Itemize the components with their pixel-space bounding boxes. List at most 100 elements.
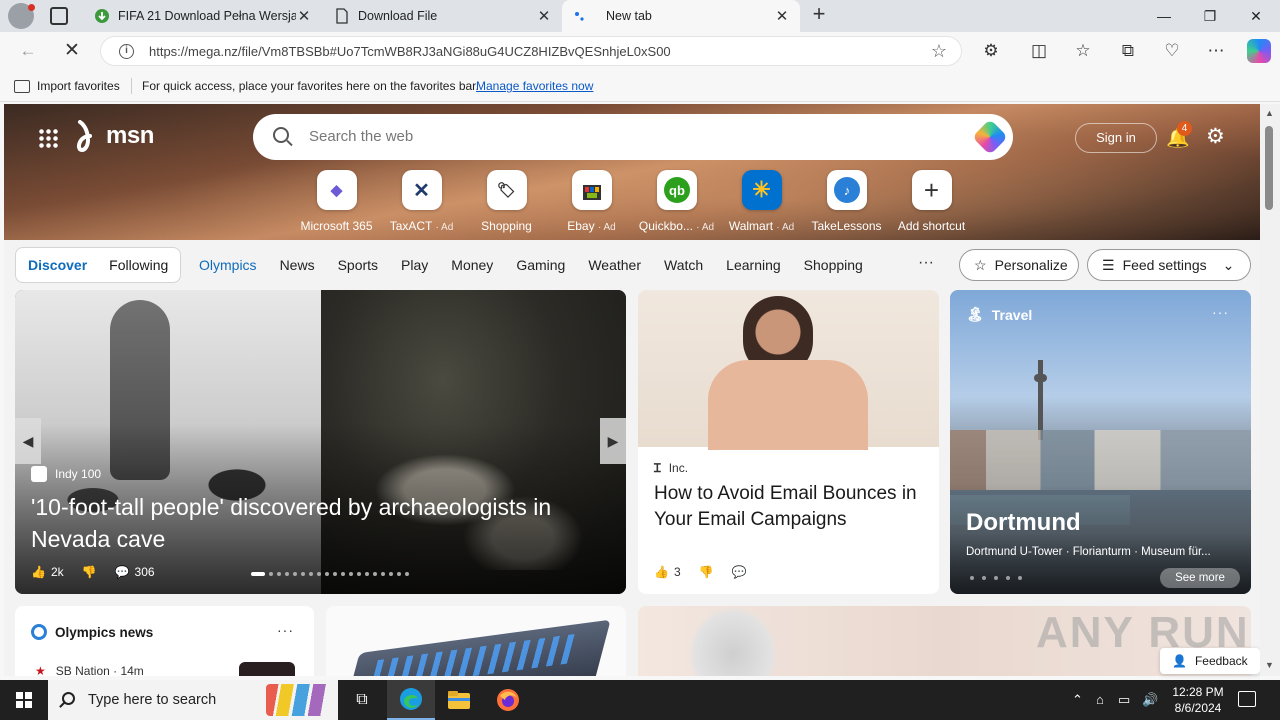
close-tab-icon[interactable]: ✕ (774, 7, 790, 25)
tab-following[interactable]: Following (109, 257, 168, 273)
category-olympics[interactable]: Olympics (199, 257, 257, 273)
address-bar[interactable]: i https://mega.nz/file/Vm8TBSBb#Uo7TcmWB… (100, 36, 962, 66)
tab-new-tab[interactable]: New tab ✕ (562, 0, 800, 32)
taskbar-file-explorer[interactable] (435, 680, 483, 720)
shortcut-takelessons[interactable]: ♪ TakeLessons (804, 170, 889, 233)
start-button[interactable] (0, 680, 48, 720)
carousel-prev-arrow-icon[interactable]: ◀ (15, 418, 41, 464)
see-more-button[interactable]: See more (1160, 568, 1240, 588)
carousel-dot[interactable] (277, 572, 281, 576)
sign-in-button[interactable]: Sign in (1075, 123, 1157, 153)
category-news[interactable]: News (280, 257, 315, 273)
shortcut-taxact[interactable]: ✕ TaxACT · Ad (379, 170, 464, 233)
settings-more-icon[interactable]: ⋯ (1206, 41, 1226, 61)
close-tab-icon[interactable]: ✕ (296, 7, 312, 25)
carousel-next-arrow-icon[interactable]: ▶ (600, 418, 626, 464)
carousel-dot[interactable] (357, 572, 361, 576)
feedback-button[interactable]: 👤 Feedback (1160, 648, 1260, 674)
action-center-icon[interactable] (1238, 691, 1256, 707)
taskbar-edge[interactable] (387, 680, 435, 720)
favorite-star-icon[interactable]: ☆ (931, 41, 947, 62)
profile-avatar[interactable] (8, 3, 35, 29)
tab-download-file[interactable]: Download File ✕ (324, 0, 562, 32)
like-button[interactable]: 👍 3 (654, 565, 681, 579)
carousel-dot[interactable] (365, 572, 369, 576)
carousel-card[interactable]: ◀ ▶ Indy 100 '10-foot-tall people' disco… (15, 290, 626, 594)
dislike-button[interactable]: 👎 (82, 565, 97, 579)
task-view-button[interactable]: ⧉ (338, 680, 386, 720)
shortcut-quickbooks[interactable]: qb Quickbo... · Ad (634, 170, 719, 233)
carousel-dot[interactable] (349, 572, 353, 576)
article-card-email[interactable]: Ɪ Inc. How to Avoid Email Bounces in You… (638, 290, 939, 594)
carousel-dot[interactable] (325, 572, 329, 576)
category-shopping[interactable]: Shopping (804, 257, 863, 273)
like-button[interactable]: 👍 2k (31, 565, 64, 579)
tab-fifa[interactable]: FIFA 21 Download Pełna Wersja z ✕ (84, 0, 322, 32)
more-categories-button[interactable]: ··· (918, 254, 934, 272)
copilot-icon[interactable] (1247, 39, 1271, 63)
feed-settings-button[interactable]: ☰ Feed settings ⌄ (1087, 249, 1251, 281)
carousel-dot[interactable] (1018, 576, 1022, 580)
split-screen-icon[interactable]: ◫ (1029, 41, 1049, 61)
carousel-dot[interactable] (982, 576, 986, 580)
carousel-dot[interactable] (1006, 576, 1010, 580)
close-window-button[interactable]: ✕ (1233, 0, 1279, 32)
carousel-dot[interactable] (317, 572, 321, 576)
back-arrow-icon[interactable]: ← (16, 39, 40, 63)
page-scrollbar[interactable]: ▲ ▼ (1260, 104, 1280, 676)
address-url[interactable]: https://mega.nz/file/Vm8TBSBb#Uo7TcmWB8R… (149, 44, 671, 59)
carousel-dot[interactable] (405, 572, 409, 576)
scrollbar-thumb[interactable] (1265, 126, 1273, 210)
network-drive-icon[interactable]: ⌂ (1096, 692, 1104, 707)
restore-button[interactable]: ❐ (1187, 0, 1233, 32)
category-weather[interactable]: Weather (588, 257, 641, 273)
shortcut-add[interactable]: + Add shortcut (889, 170, 974, 233)
travel-card[interactable]: 🏝 Travel ··· Dortmund Dortmund U-Tower ·… (950, 290, 1251, 594)
carousel-dot[interactable] (293, 572, 297, 576)
category-gaming[interactable]: Gaming (516, 257, 565, 273)
page-settings-icon[interactable]: ⚙ (1206, 124, 1225, 149)
volume-icon[interactable]: 🔊 (1142, 692, 1158, 708)
carousel-dot[interactable] (251, 572, 265, 576)
scroll-down-arrow-icon[interactable]: ▼ (1265, 660, 1274, 670)
taskbar-search-box[interactable]: Type here to search (48, 680, 338, 720)
favorites-icon[interactable]: ☆ (1073, 41, 1093, 61)
category-watch[interactable]: Watch (664, 257, 703, 273)
carousel-dot[interactable] (333, 572, 337, 576)
category-play[interactable]: Play (401, 257, 428, 273)
article-headline[interactable]: '10-foot-tall people' discovered by arch… (31, 491, 611, 555)
shortcut-ebay[interactable]: Ebay · Ad (549, 170, 634, 233)
carousel-dot[interactable] (269, 572, 273, 576)
personalize-button[interactable]: ☆ Personalize (959, 249, 1079, 281)
tab-actions-icon[interactable] (50, 7, 68, 25)
card-more-options-icon[interactable]: ··· (1212, 304, 1229, 320)
carousel-dot[interactable] (309, 572, 313, 576)
comments-button[interactable]: 💬 (732, 565, 747, 579)
minimize-button[interactable]: — (1141, 0, 1187, 32)
shortcut-microsoft-365[interactable]: ◆ Microsoft 365 (294, 170, 379, 233)
show-hidden-icons-chevron-icon[interactable]: ⌃ (1072, 692, 1083, 708)
import-favorites-button[interactable]: Import favorites (14, 79, 120, 93)
browser-essentials-icon[interactable]: ♡ (1162, 41, 1182, 61)
network-icon[interactable]: ▭ (1118, 692, 1130, 708)
stop-loading-icon[interactable]: ✕ (60, 39, 84, 63)
carousel-dot[interactable] (397, 572, 401, 576)
olympics-news-card[interactable]: Olympics news ··· ★ SB Nation · 14m (15, 606, 314, 676)
app-launcher-icon[interactable] (38, 128, 58, 148)
msn-logo[interactable]: msn (76, 120, 154, 152)
carousel-dot[interactable] (389, 572, 393, 576)
carousel-dot[interactable] (381, 572, 385, 576)
travel-destination-title[interactable]: Dortmund (966, 509, 1081, 537)
carousel-dot[interactable] (994, 576, 998, 580)
category-money[interactable]: Money (451, 257, 493, 273)
dislike-button[interactable]: 👎 (699, 565, 714, 579)
manage-favorites-link[interactable]: Manage favorites now (476, 79, 593, 93)
category-learning[interactable]: Learning (726, 257, 781, 273)
taskbar-firefox[interactable] (484, 680, 532, 720)
carousel-dot[interactable] (301, 572, 305, 576)
olympics-news-item[interactable]: ★ SB Nation · 14m (35, 664, 144, 676)
audio-mixer-card[interactable] (326, 606, 626, 676)
article-headline[interactable]: How to Avoid Email Bounces in Your Email… (654, 481, 929, 533)
system-clock[interactable]: 12:28 PM 8/6/2024 (1168, 684, 1228, 716)
copilot-search-icon[interactable] (971, 118, 1009, 156)
